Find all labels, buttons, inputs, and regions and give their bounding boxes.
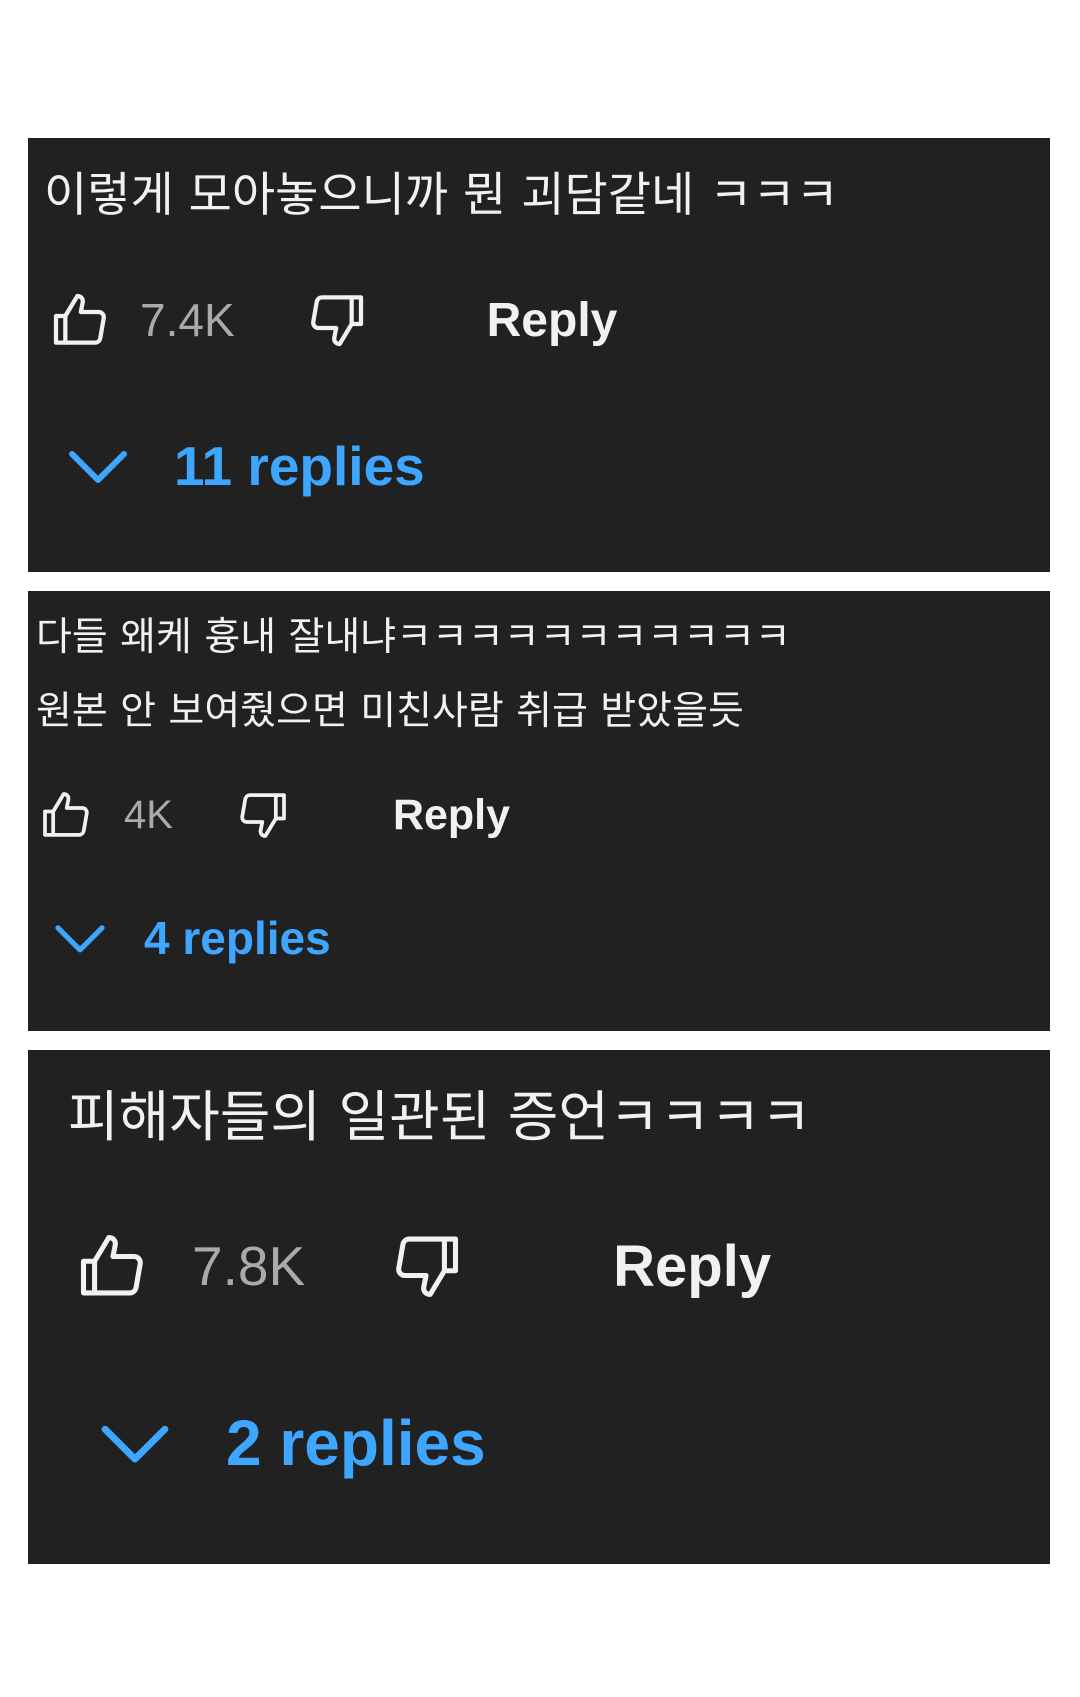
like-count: 4K xyxy=(124,792,173,837)
comment-text-line: 이렇게 모아놓으니까 뭔 괴담같네 ㅋㅋㅋ xyxy=(44,168,839,223)
thumbs-up-icon[interactable] xyxy=(48,288,112,352)
replies-count-label: 4 replies xyxy=(144,912,331,964)
chevron-down-icon xyxy=(52,921,108,955)
chevron-down-icon xyxy=(98,1420,172,1466)
comment-text-line: 원본 안 보여줬으면 미친사람 취급 받았을듯 xyxy=(36,689,744,734)
thumbs-down-icon[interactable] xyxy=(235,787,291,843)
reply-button[interactable]: Reply xyxy=(393,791,510,840)
like-count: 7.8K xyxy=(192,1235,306,1297)
comment-card: 다들 왜케 흉내 잘내냐ㅋㅋㅋㅋㅋㅋㅋㅋㅋㅋㅋ 원본 안 보여줬으면 미친사람 … xyxy=(28,591,1050,1031)
replies-count-label: 11 replies xyxy=(174,435,425,497)
comment-text: 피해자들의 일관된 증언ㅋㅋㅋㅋ xyxy=(68,1072,811,1152)
like-count: 7.4K xyxy=(140,294,235,346)
thumbs-down-icon[interactable] xyxy=(389,1228,465,1304)
chevron-down-icon xyxy=(66,446,130,486)
comment-actions: 4K Reply xyxy=(38,787,510,843)
view-replies-button[interactable]: 11 replies xyxy=(66,434,425,498)
comment-actions: 7.4K Reply xyxy=(48,288,617,352)
comment-text: 다들 왜케 흉내 잘내냐ㅋㅋㅋㅋㅋㅋㅋㅋㅋㅋㅋ 원본 안 보여줬으면 미친사람 … xyxy=(36,601,791,749)
thumbs-up-icon[interactable] xyxy=(74,1228,150,1304)
replies-count-label: 2 replies xyxy=(226,1407,486,1479)
comment-card: 피해자들의 일관된 증언ㅋㅋㅋㅋ 7.8K Reply 2 replies xyxy=(28,1050,1050,1564)
thumbs-down-icon[interactable] xyxy=(305,288,369,352)
comment-card: 이렇게 모아놓으니까 뭔 괴담같네 ㅋㅋㅋ 7.4K Reply 11 repl… xyxy=(28,138,1050,572)
comment-actions: 7.8K Reply xyxy=(74,1228,771,1304)
reply-button[interactable]: Reply xyxy=(487,293,618,348)
reply-button[interactable]: Reply xyxy=(613,1233,771,1300)
comment-text: 이렇게 모아놓으니까 뭔 괴담같네 ㅋㅋㅋ xyxy=(44,156,839,225)
thumbs-up-icon[interactable] xyxy=(38,787,94,843)
view-replies-button[interactable]: 2 replies xyxy=(98,1406,486,1480)
view-replies-button[interactable]: 4 replies xyxy=(52,911,331,965)
comment-text-line: 다들 왜케 흉내 잘내냐ㅋㅋㅋㅋㅋㅋㅋㅋㅋㅋㅋ xyxy=(36,615,791,660)
comment-text-line: 피해자들의 일관된 증언ㅋㅋㅋㅋ xyxy=(68,1085,812,1149)
